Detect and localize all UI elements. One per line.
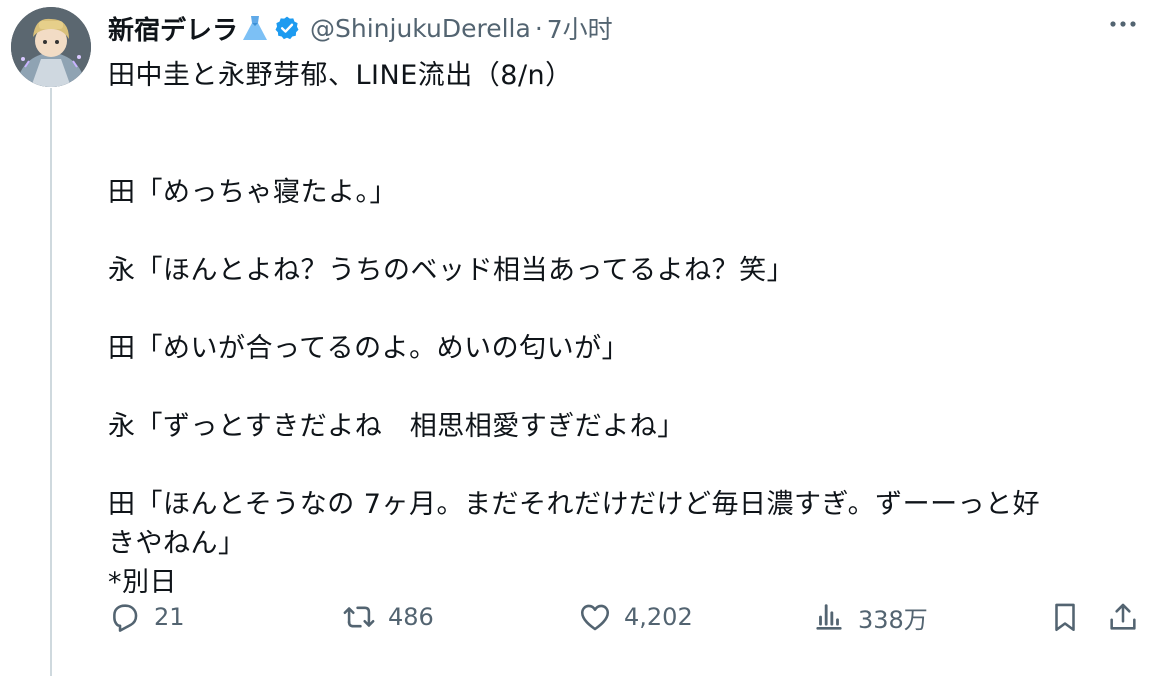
author-handle[interactable]: @ShinjukuDerella bbox=[310, 14, 531, 43]
dress-icon bbox=[240, 13, 270, 43]
tweet-line: 田「めっちゃ寝たよ。」 bbox=[108, 177, 397, 208]
post-time[interactable]: 7小时 bbox=[547, 10, 613, 46]
share-button[interactable] bbox=[1106, 595, 1140, 639]
avatar-image bbox=[11, 7, 91, 87]
reply-button[interactable]: 21 bbox=[108, 595, 185, 639]
tweet-line: きやねん」 bbox=[108, 528, 246, 559]
retweet-button[interactable]: 486 bbox=[342, 595, 434, 639]
retweet-icon bbox=[343, 606, 375, 628]
avatar[interactable] bbox=[11, 7, 91, 87]
separator-dot: · bbox=[534, 13, 543, 43]
action-bar: 21 486 4,202 338万 bbox=[108, 595, 1148, 639]
display-name[interactable]: 新宿デレラ bbox=[108, 10, 238, 47]
like-count: 4,202 bbox=[624, 603, 693, 631]
tweet-line: 田「めいが合ってるのよ。めいの匂いが」 bbox=[108, 333, 630, 364]
tweet-line: 田中圭と永野芽郁、LINE流出（8/n） bbox=[108, 60, 573, 91]
reply-icon bbox=[113, 604, 138, 632]
like-icon bbox=[580, 604, 610, 631]
reply-count: 21 bbox=[154, 603, 185, 631]
tweet-header: 新宿デレラ @ShinjukuDerella · 7小时 bbox=[108, 10, 613, 46]
share-icon bbox=[1110, 603, 1136, 630]
tweet-line: 永「ほんとよね？うちのベッド相当あってるよね？笑」 bbox=[108, 255, 795, 286]
thread-line bbox=[50, 88, 52, 676]
bookmark-button[interactable] bbox=[1048, 595, 1082, 639]
like-button[interactable]: 4,202 bbox=[578, 595, 693, 639]
tweet-line: 田「ほんとそうなの 7ヶ月。まだそれだけだけど毎日濃すぎ。ずーーっと好 bbox=[108, 489, 1041, 520]
views-button[interactable]: 338万 bbox=[812, 595, 928, 639]
views-icon bbox=[816, 604, 842, 630]
more-icon[interactable] bbox=[1108, 16, 1138, 36]
verified-icon bbox=[274, 15, 300, 41]
tweet-text: 田中圭と永野芽郁、LINE流出（8/n） 田「めっちゃ寝たよ。」 永「ほんとよね… bbox=[108, 56, 1138, 602]
bookmark-icon bbox=[1055, 603, 1075, 632]
views-count: 338万 bbox=[858, 605, 928, 634]
tweet-line: 永「ずっとすきだよね 相思相愛すぎだよね」 bbox=[108, 411, 685, 442]
retweet-count: 486 bbox=[388, 603, 434, 631]
